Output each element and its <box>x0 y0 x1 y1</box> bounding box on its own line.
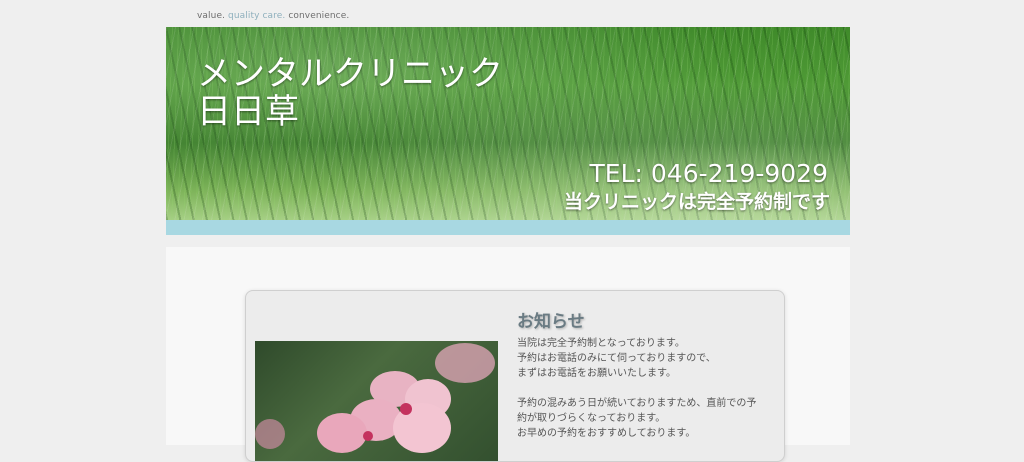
clinic-title[interactable]: メンタルクリニック 日日草 <box>197 55 503 131</box>
tagline-value: value. <box>197 11 226 21</box>
site-tagline: value. quality care. convenience. <box>197 11 349 21</box>
header-accent-bar <box>166 220 850 235</box>
clinic-title-line1: メンタルクリニック <box>197 54 503 94</box>
news-line: 予約はお電話のみにて伺っておりますので、 <box>517 353 716 364</box>
tagline-convenience: convenience. <box>288 11 350 21</box>
phone-number: TEL: 046-219-9029 <box>589 159 828 188</box>
flower-photo <box>255 341 498 461</box>
news-line: 予約の混みあう日が続いておりますため、直前での予 <box>517 398 757 409</box>
news-card: お知らせ 当院は完全予約制となっております。 予約はお電話のみにて伺っております… <box>245 290 785 462</box>
news-line: 当院は完全予約制となっております。 <box>517 338 685 349</box>
news-line: 約が取りづらくなっております。 <box>517 413 666 424</box>
reservation-note: 当クリニックは完全予約制です <box>563 191 830 213</box>
news-heading: お知らせ <box>517 312 585 332</box>
news-line: お早めの予約をおすすめしております。 <box>517 428 696 439</box>
clinic-title-line2: 日日草 <box>197 92 299 132</box>
news-line: まずはお電話をお願いいたします。 <box>517 368 676 379</box>
hero-banner: メンタルクリニック 日日草 TEL: 046-219-9029 当クリニックは完… <box>166 27 850 220</box>
tagline-quality-care: quality care. <box>228 11 286 21</box>
news-body: 当院は完全予約制となっております。 予約はお電話のみにて伺っておりますので、 ま… <box>517 336 777 441</box>
